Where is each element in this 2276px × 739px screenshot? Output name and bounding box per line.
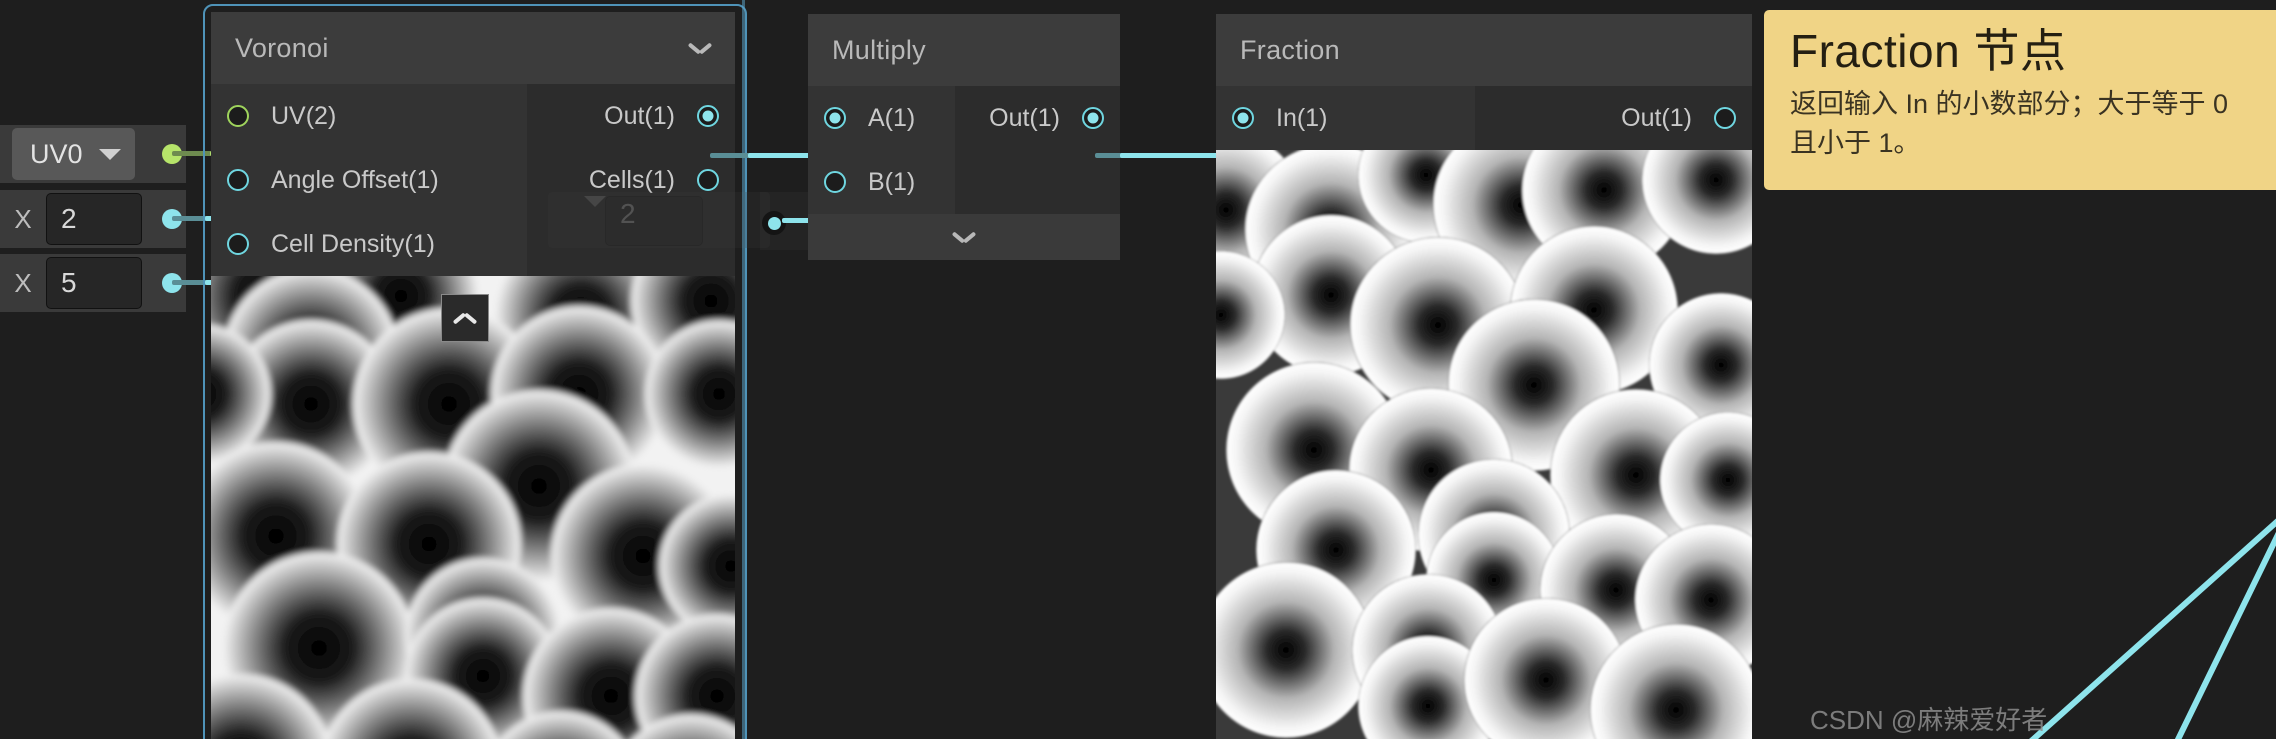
property-axis-label-x: X — [0, 268, 46, 299]
multiply-port-out-label: Out(1) — [989, 104, 1060, 133]
voronoi-title: Voronoi — [235, 33, 689, 64]
multiply-port-out[interactable]: Out(1) — [955, 86, 1104, 150]
fraction-output-column: Out(1) — [1475, 86, 1752, 150]
multiply-port-a[interactable]: A(1) — [824, 86, 955, 150]
watermark-label: CSDN @麻辣爱好者 — [1810, 700, 2047, 737]
cell-density-value: 5 — [61, 267, 77, 299]
chevron-down-icon[interactable] — [953, 231, 975, 244]
voronoi-ports: UV(2) Angle Offset(1) Cell Density(1) Ou… — [211, 84, 735, 276]
port-slot-icon[interactable] — [227, 169, 249, 191]
chevron-up-icon — [454, 312, 476, 325]
port-slot-icon[interactable] — [1082, 107, 1104, 129]
voronoi-port-out[interactable]: Out(1) — [527, 84, 719, 148]
port-slot-icon[interactable] — [227, 233, 249, 255]
fraction-ports: In(1) Out(1) — [1216, 86, 1752, 150]
multiply-output-column: Out(1) — [955, 86, 1120, 214]
fraction-preview[interactable] — [1216, 150, 1752, 739]
fraction-input-column: In(1) — [1216, 86, 1475, 150]
port-slot-icon[interactable] — [1232, 107, 1254, 129]
node-multiply[interactable]: Multiply A(1) B(1) Out(1) — [808, 14, 1120, 260]
port-slot-icon[interactable] — [697, 105, 719, 127]
cell-density-input[interactable]: 5 — [46, 257, 142, 309]
voronoi-port-angle-offset[interactable]: Angle Offset(1) — [227, 148, 527, 212]
multiply-port-b-label: B(1) — [868, 168, 915, 197]
shader-graph-canvas[interactable]: UV0 X 2 X 5 Voronoi UV(2 — [0, 0, 2276, 739]
multiply-expand-footer[interactable] — [808, 214, 1120, 260]
port-slot-icon[interactable] — [824, 171, 846, 193]
node-voronoi[interactable]: Voronoi UV(2) Angle Offset(1) Cell Densi… — [211, 12, 735, 739]
chevron-down-icon[interactable] — [689, 42, 711, 55]
tooltip-body: 返回输入 In 的小数部分；大于等于 0 且小于 1。 — [1790, 85, 2262, 163]
voronoi-preview-collapse-button[interactable] — [441, 294, 489, 342]
fraction-port-in[interactable]: In(1) — [1232, 86, 1475, 150]
multiply-ports: A(1) B(1) Out(1) — [808, 86, 1120, 214]
multiply-port-a-label: A(1) — [868, 104, 915, 133]
fraction-title: Fraction — [1240, 35, 1728, 66]
uv-channel-dropdown[interactable]: UV0 — [12, 128, 135, 180]
multiply-port-b[interactable]: B(1) — [824, 150, 955, 214]
property-axis-label-x: X — [0, 204, 46, 235]
voronoi-port-cell-density[interactable]: Cell Density(1) — [227, 212, 527, 276]
fraction-port-out-label: Out(1) — [1621, 104, 1692, 133]
voronoi-port-cells[interactable]: Cells(1) — [527, 148, 719, 212]
drag-guide-line — [742, 0, 745, 739]
fraction-port-out[interactable]: Out(1) — [1475, 86, 1736, 150]
fraction-port-in-label: In(1) — [1276, 104, 1327, 133]
voronoi-input-column: UV(2) Angle Offset(1) Cell Density(1) — [211, 84, 527, 276]
port-slot-icon[interactable] — [824, 107, 846, 129]
node-info-tooltip: Fraction 节点 返回输入 In 的小数部分；大于等于 0 且小于 1。 — [1764, 10, 2276, 190]
voronoi-port-angle-offset-label: Angle Offset(1) — [271, 166, 439, 195]
voronoi-port-cells-label: Cells(1) — [589, 166, 675, 195]
port-slot-icon[interactable] — [227, 105, 249, 127]
fraction-header[interactable]: Fraction — [1216, 14, 1752, 86]
voronoi-port-uv-label: UV(2) — [271, 102, 336, 131]
property-row-angle-offset[interactable]: X 2 — [0, 190, 186, 248]
voronoi-port-cell-density-label: Cell Density(1) — [271, 230, 435, 259]
ghost-output-dot[interactable] — [762, 211, 786, 235]
multiply-header[interactable]: Multiply — [808, 14, 1120, 86]
port-slot-icon[interactable] — [697, 169, 719, 191]
voronoi-output-column: Out(1) Cells(1) — [527, 84, 735, 276]
voronoi-preview[interactable] — [211, 276, 735, 739]
uv-channel-value: UV0 — [30, 139, 83, 170]
angle-offset-value: 2 — [61, 203, 77, 235]
node-fraction[interactable]: Fraction In(1) Out(1) — [1216, 14, 1752, 739]
angle-offset-input[interactable]: 2 — [46, 193, 142, 245]
multiply-input-column: A(1) B(1) — [808, 86, 955, 214]
fraction-preview-image — [1216, 150, 1752, 739]
chevron-down-icon — [99, 149, 121, 160]
multiply-port-spacer — [955, 150, 1104, 214]
multiply-title: Multiply — [832, 35, 1096, 66]
voronoi-preview-image — [211, 276, 735, 739]
port-slot-icon[interactable] — [1714, 107, 1736, 129]
voronoi-port-out-label: Out(1) — [604, 102, 675, 131]
tooltip-title: Fraction 节点 — [1790, 24, 2262, 79]
property-row-cell-density[interactable]: X 5 — [0, 254, 186, 312]
voronoi-header[interactable]: Voronoi — [211, 12, 735, 84]
voronoi-port-uv[interactable]: UV(2) — [227, 84, 527, 148]
property-row-uv0[interactable]: UV0 — [0, 125, 186, 183]
